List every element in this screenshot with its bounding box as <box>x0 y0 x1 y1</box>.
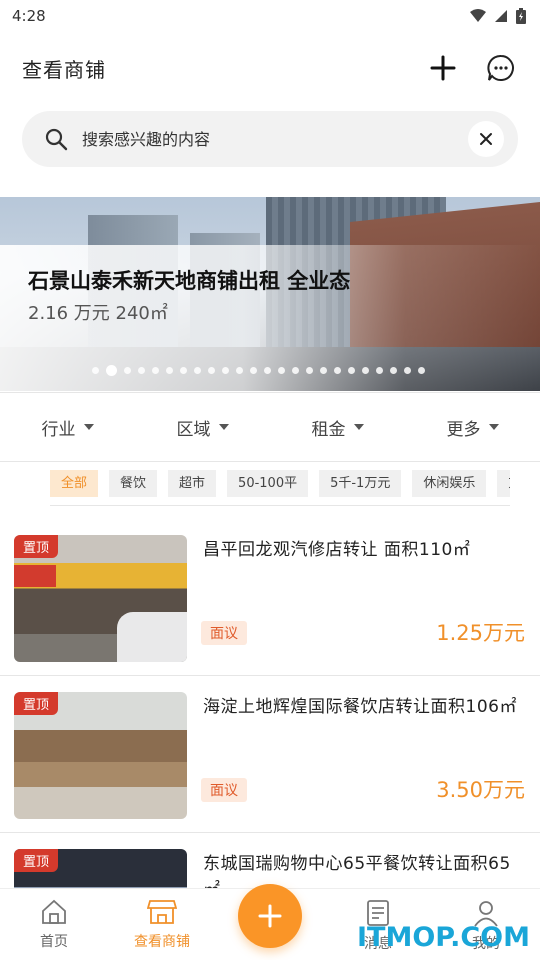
carousel-dot[interactable] <box>334 367 341 374</box>
carousel-dot[interactable] <box>208 367 215 374</box>
banner-title: 石景山泰禾新天地商铺出租 全业态 <box>28 269 351 293</box>
publish-button[interactable] <box>238 884 302 948</box>
pinned-badge: 置顶 <box>14 692 59 715</box>
listing-title: 海淀上地辉煌国际餐饮店转让面积106㎡ <box>203 697 517 717</box>
carousel-indicator[interactable] <box>92 365 425 376</box>
tag-supermarket[interactable]: 超市 <box>168 470 217 497</box>
add-button[interactable] <box>426 51 460 85</box>
caret-down-icon <box>218 424 229 430</box>
storefront-icon <box>147 900 177 924</box>
wifi-icon <box>470 9 486 22</box>
divider <box>50 505 510 506</box>
carousel-dot[interactable] <box>362 367 369 374</box>
carousel-dot[interactable] <box>320 367 327 374</box>
status-bar: 4:28 <box>0 0 540 32</box>
tag-row: 全部 餐饮 超市 50-100平 5千-1万元 休闲娱乐 文 <box>50 470 510 498</box>
filter-label: 租金 <box>311 419 346 440</box>
carousel-dot[interactable] <box>106 365 117 376</box>
listing-item[interactable]: 置顶 昌平回龙观汽修店转让 面积110㎡ 面议 1.25万元 <box>0 520 540 676</box>
nav-shops-label: 查看商铺 <box>134 934 190 950</box>
carousel-dot[interactable] <box>92 367 99 374</box>
listing-item[interactable]: 置顶 海淀上地辉煌国际餐饮店转让面积106㎡ 面议 3.50万元 <box>0 677 540 833</box>
filter-label: 行业 <box>41 419 76 440</box>
filter-label: 区域 <box>176 419 211 440</box>
negotiable-badge: 面议 <box>201 778 247 802</box>
page-title: 查看商铺 <box>22 57 106 82</box>
home-icon <box>42 899 66 924</box>
search-input[interactable] <box>82 129 468 149</box>
search-icon <box>45 128 68 151</box>
tag-rent-5k-10k[interactable]: 5千-1万元 <box>319 470 402 497</box>
carousel-dot[interactable] <box>166 367 173 374</box>
listing-photo: 置顶 <box>14 692 187 819</box>
tag-all[interactable]: 全部 <box>50 470 99 497</box>
pinned-badge: 置顶 <box>14 849 59 872</box>
plus-icon <box>258 904 282 928</box>
nav-home[interactable]: 首页 <box>4 899 104 951</box>
status-time: 4:28 <box>12 7 46 25</box>
message-button[interactable] <box>484 51 518 85</box>
tag-partial[interactable]: 文 <box>497 470 510 497</box>
caret-down-icon <box>488 424 499 430</box>
photo-detail <box>117 612 187 662</box>
carousel-dot[interactable] <box>348 367 355 374</box>
carousel-dot[interactable] <box>236 367 243 374</box>
plus-icon <box>430 55 456 81</box>
carousel-dot[interactable] <box>180 367 187 374</box>
pinned-badge: 置顶 <box>14 535 59 558</box>
chat-bubble-icon <box>487 54 514 81</box>
carousel-dot[interactable] <box>376 367 383 374</box>
carousel-dot[interactable] <box>152 367 159 374</box>
filter-industry[interactable]: 行业 <box>0 393 135 461</box>
carousel-dot[interactable] <box>278 367 285 374</box>
signal-icon <box>495 10 507 22</box>
carousel-dot[interactable] <box>418 367 425 374</box>
caret-down-icon <box>353 424 364 430</box>
carousel-dot[interactable] <box>292 367 299 374</box>
tag-catering[interactable]: 餐饮 <box>109 470 158 497</box>
filter-more[interactable]: 更多 <box>405 393 540 461</box>
carousel-dot[interactable] <box>306 367 313 374</box>
clear-search-button[interactable] <box>468 121 504 157</box>
filter-bar: 行业 区域 租金 更多 <box>0 392 540 462</box>
watermark: ITMOP.COM <box>356 922 530 953</box>
listing-photo: 置顶 <box>14 535 187 662</box>
tag-leisure[interactable]: 休闲娱乐 <box>412 470 487 497</box>
nav-shops[interactable]: 查看商铺 <box>112 899 212 951</box>
battery-icon <box>516 8 526 24</box>
listing-price: 3.50万元 <box>436 778 525 802</box>
carousel-dot[interactable] <box>264 367 271 374</box>
carousel-dot[interactable] <box>404 367 411 374</box>
app-header: 查看商铺 <box>0 44 540 92</box>
filter-label: 更多 <box>446 419 481 440</box>
header-actions <box>426 51 518 85</box>
negotiable-badge: 面议 <box>201 621 247 645</box>
carousel-dot[interactable] <box>250 367 257 374</box>
promo-banner[interactable]: 石景山泰禾新天地商铺出租 全业态 2.16 万元 240㎡ <box>0 197 540 391</box>
tag-area-50-100[interactable]: 50-100平 <box>227 470 309 497</box>
banner-subtitle: 2.16 万元 240㎡ <box>28 303 168 324</box>
carousel-dot[interactable] <box>222 367 229 374</box>
carousel-dot[interactable] <box>124 367 131 374</box>
listing-title: 昌平回龙观汽修店转让 面积110㎡ <box>203 540 471 560</box>
close-icon <box>480 133 492 145</box>
filter-area[interactable]: 区域 <box>135 393 270 461</box>
photo-detail <box>14 565 56 587</box>
status-icons <box>470 8 526 24</box>
carousel-dot[interactable] <box>138 367 145 374</box>
filter-rent[interactable]: 租金 <box>270 393 405 461</box>
search-bar <box>22 111 518 167</box>
carousel-dot[interactable] <box>194 367 201 374</box>
listing-price: 1.25万元 <box>436 621 525 645</box>
nav-home-label: 首页 <box>40 934 68 950</box>
carousel-dot[interactable] <box>390 367 397 374</box>
caret-down-icon <box>83 424 94 430</box>
